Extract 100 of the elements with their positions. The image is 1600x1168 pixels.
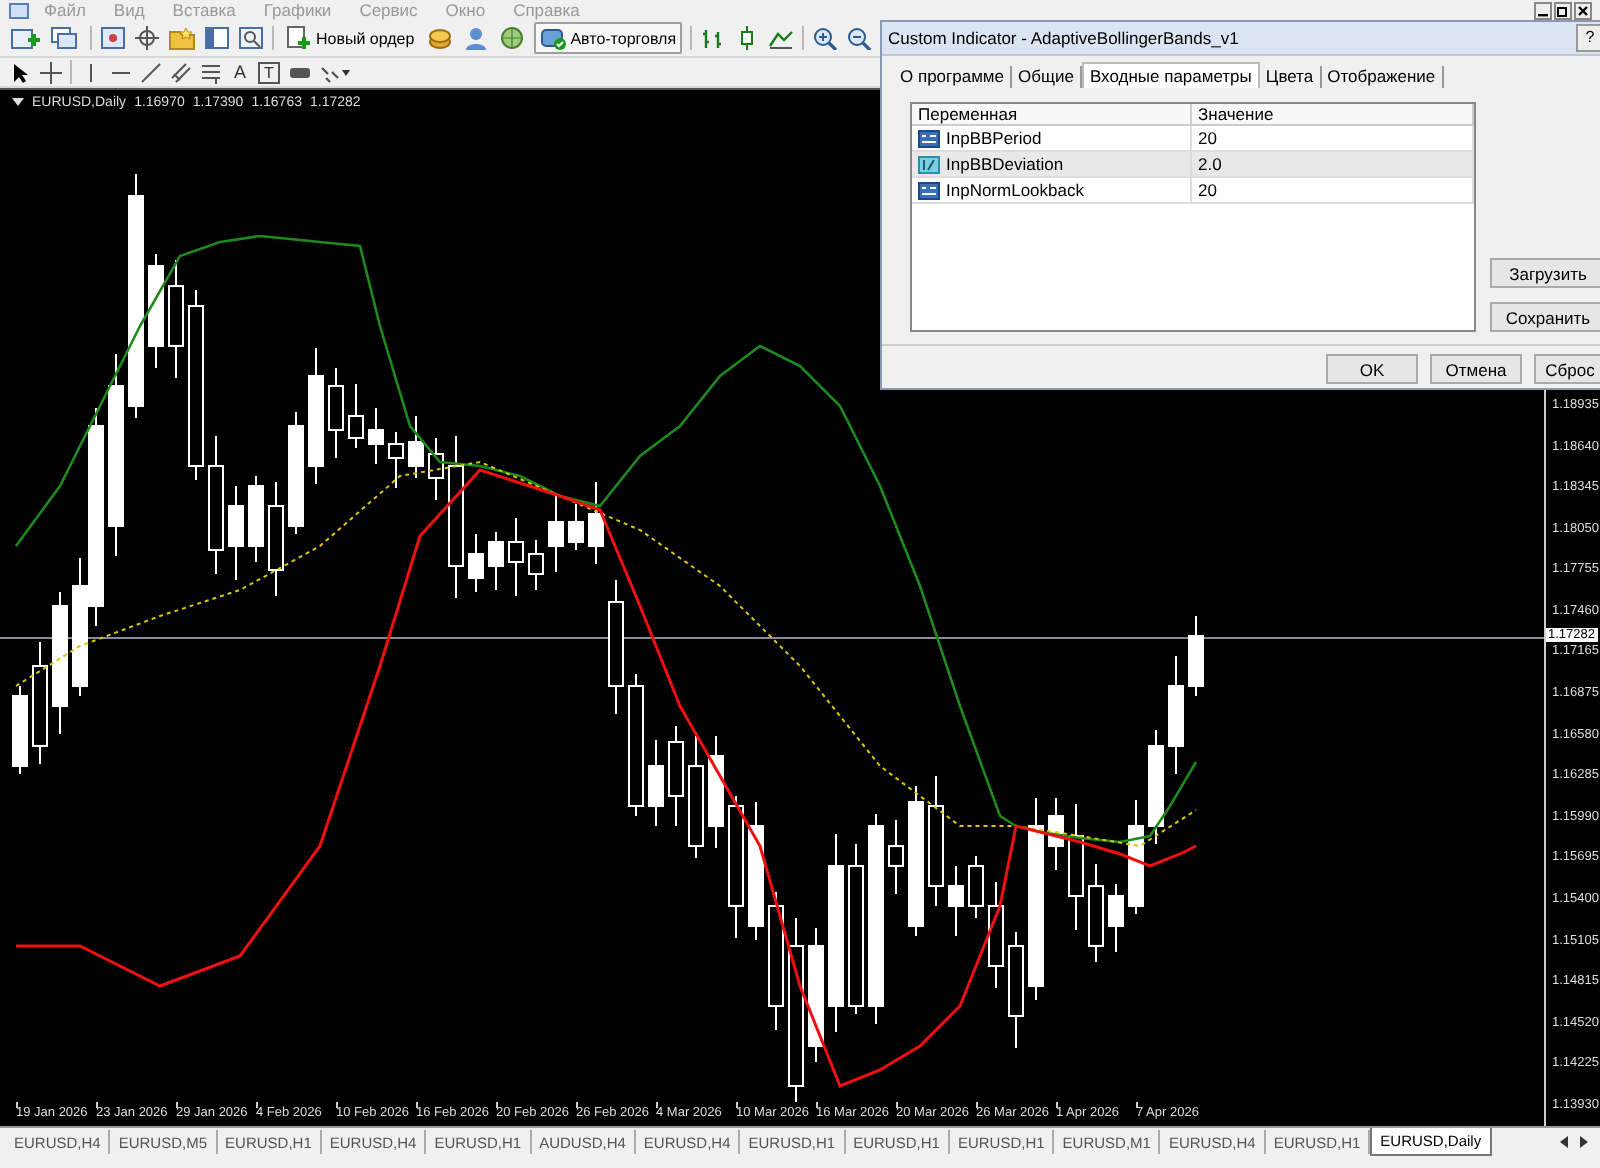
- candle: [608, 579, 624, 715]
- candle: [468, 533, 484, 593]
- candle: [228, 485, 244, 581]
- integer-type-icon: [918, 129, 940, 147]
- candle: [388, 431, 404, 489]
- parameter-value[interactable]: 20: [1192, 126, 1474, 150]
- double-type-icon: [918, 155, 940, 173]
- minimize-icon[interactable]: [1534, 1, 1552, 19]
- candle: [548, 493, 564, 573]
- restore-icon[interactable]: [1554, 1, 1572, 19]
- candle: [32, 641, 48, 765]
- dropdown-arrow-icon[interactable]: [12, 98, 24, 108]
- candle: [368, 407, 384, 465]
- candle: [148, 253, 164, 369]
- candle: [728, 795, 744, 939]
- candle: [288, 411, 304, 535]
- candle: [688, 735, 704, 859]
- windows-icon[interactable]: [50, 26, 82, 50]
- parameter-value[interactable]: 2.0: [1192, 152, 1474, 176]
- candle: [488, 531, 504, 591]
- window-icon[interactable]: [8, 1, 30, 19]
- arrows-dropdown-icon[interactable]: [319, 61, 352, 83]
- candle: [348, 383, 364, 449]
- candle: [168, 259, 184, 379]
- zoom-in-icon[interactable]: [812, 26, 839, 50]
- side-button[interactable]: Загрузить: [1490, 258, 1600, 288]
- candle: [508, 517, 524, 597]
- candle: [1048, 797, 1064, 871]
- channel-icon[interactable]: [170, 61, 192, 83]
- candle: [1068, 803, 1084, 931]
- fibonacci-icon[interactable]: [200, 61, 222, 83]
- candle: [568, 503, 584, 551]
- dialog-tab[interactable]: Входные параметры: [1081, 62, 1260, 88]
- panel-icon[interactable]: [204, 26, 230, 50]
- dialog-tab[interactable]: Цвета: [1259, 66, 1322, 88]
- document-plus-icon: [286, 26, 312, 50]
- coins-icon[interactable]: [426, 26, 455, 50]
- column-header[interactable]: Переменная: [912, 104, 1192, 126]
- candle: [268, 481, 284, 597]
- new-chart-plus-icon[interactable]: [10, 26, 42, 50]
- dialog-tab[interactable]: О программе: [894, 66, 1013, 88]
- dialog-button[interactable]: Сброс: [1534, 354, 1600, 384]
- cursor-icon[interactable]: [10, 61, 32, 83]
- line-chart-icon[interactable]: [768, 26, 795, 50]
- folder-star-icon[interactable]: [168, 26, 196, 50]
- candle: [308, 347, 324, 485]
- text-label-tool[interactable]: T: [258, 61, 280, 83]
- candle: [1148, 729, 1164, 845]
- side-button[interactable]: Сохранить: [1490, 302, 1600, 332]
- chart-window-icon[interactable]: [100, 26, 126, 50]
- crosshair-icon[interactable]: [134, 26, 160, 50]
- candle: [1008, 931, 1024, 1049]
- dialog-title: Custom Indicator - AdaptiveBollingerBands_v1: [888, 28, 1241, 48]
- candle: [208, 435, 224, 575]
- integer-type-icon: [918, 181, 940, 199]
- candle: [748, 801, 764, 941]
- auto-trading-button[interactable]: Авто-торговля: [534, 22, 683, 54]
- crosshair-icon[interactable]: [40, 61, 62, 83]
- candle: [12, 685, 28, 775]
- parameter-name: InpNormLookback: [912, 178, 1192, 202]
- candle: [52, 591, 68, 735]
- candle: [888, 819, 904, 895]
- person-icon[interactable]: [462, 26, 491, 50]
- candle: [408, 415, 424, 479]
- candle: [328, 367, 344, 459]
- candle: [1088, 863, 1104, 963]
- magnifier-window-icon[interactable]: [238, 26, 264, 50]
- scroll-right-icon[interactable]: [1578, 1136, 1588, 1148]
- column-header[interactable]: Значение: [1192, 104, 1474, 126]
- candle: [628, 673, 644, 817]
- globe-icon[interactable]: [498, 26, 527, 50]
- candle: [428, 437, 444, 501]
- new-order-button[interactable]: Новый ордер: [282, 24, 419, 52]
- parameter-name: InpBBPeriod: [912, 126, 1192, 150]
- dialog-button[interactable]: Отмена: [1430, 354, 1522, 384]
- candle: [1188, 615, 1204, 697]
- candle: [668, 725, 684, 827]
- candle: [1108, 883, 1124, 953]
- close-icon[interactable]: [1574, 1, 1592, 19]
- help-button[interactable]: ?: [1576, 24, 1600, 52]
- candle: [248, 475, 264, 563]
- parameter-value[interactable]: 20: [1192, 178, 1474, 202]
- candle: [648, 739, 664, 827]
- candle: [968, 855, 984, 919]
- zoom-out-icon[interactable]: [846, 26, 873, 50]
- text-tool[interactable]: A: [230, 62, 251, 82]
- candle: [988, 881, 1004, 989]
- candle: [948, 865, 964, 937]
- parameter-row[interactable]: InpBBDeviation 2.0: [912, 152, 1474, 178]
- candle: [768, 891, 784, 1031]
- dialog-tab[interactable]: Отображение: [1321, 66, 1444, 88]
- scroll-left-icon[interactable]: [1560, 1136, 1570, 1148]
- bar-chart-icon[interactable]: [700, 26, 727, 50]
- parameter-row[interactable]: InpNormLookback 20: [912, 178, 1474, 204]
- trend-line-icon[interactable]: [140, 61, 162, 83]
- candle: [1128, 799, 1144, 915]
- candle: [528, 539, 544, 591]
- dialog-button[interactable]: OK: [1326, 354, 1418, 384]
- candle: [928, 775, 944, 907]
- robot-icon: [540, 26, 567, 50]
